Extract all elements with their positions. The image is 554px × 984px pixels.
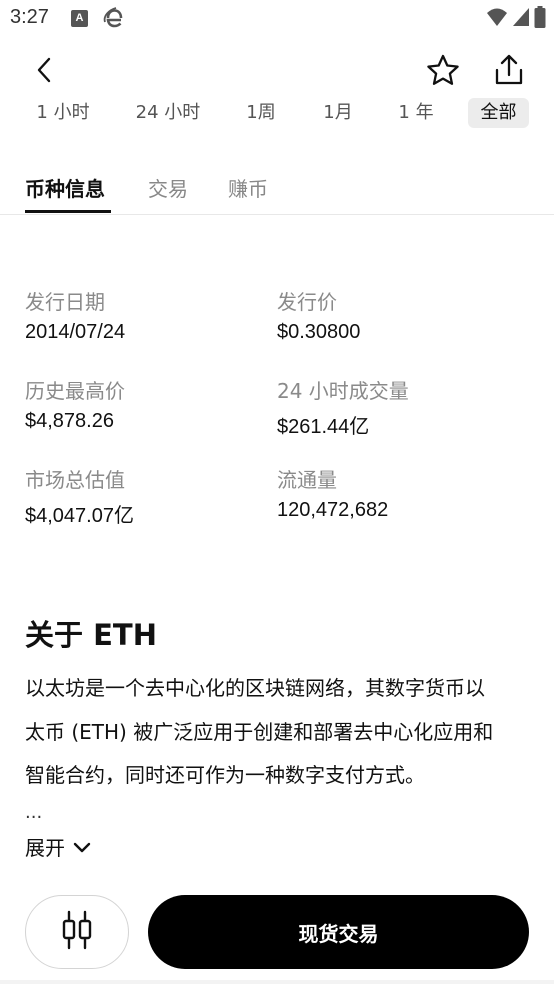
volume-value: $261.44亿	[277, 416, 370, 438]
share-icon	[494, 54, 524, 90]
expand-button[interactable]: 展开	[25, 830, 91, 862]
tab-bar: 币种信息 交易 赚币	[0, 160, 554, 215]
browser-e-icon	[103, 6, 125, 30]
market-cap-label: 市场总估值	[25, 468, 125, 492]
chevron-down-icon	[73, 834, 91, 858]
issue-date-label: 发行日期	[25, 290, 105, 314]
status-bar: 3:27 A	[0, 0, 554, 38]
status-right-icons	[486, 6, 546, 32]
about-line: 以太坊是一个去中心化的区块链网络，其数字货币以	[25, 676, 485, 700]
back-button[interactable]	[28, 55, 60, 89]
about-title: 关于 ETH	[25, 618, 157, 652]
star-icon	[426, 54, 460, 90]
truncation-ellipsis: ...	[25, 802, 43, 823]
share-button[interactable]	[490, 53, 528, 91]
issue-price-label: 发行价	[277, 290, 337, 314]
period-1h[interactable]: 1 小时	[30, 98, 96, 128]
volume-label: 24 小时成交量	[277, 379, 409, 403]
supply-value: 120,472,682	[277, 499, 389, 521]
tab-earn[interactable]: 赚币	[228, 173, 268, 213]
about-line: 智能合约，同时还可作为一种数字支付方式。	[25, 763, 425, 787]
status-time: 3:27	[10, 6, 49, 28]
ath-label: 历史最高价	[25, 379, 125, 403]
spot-trade-button[interactable]: 现货交易	[148, 895, 529, 969]
notification-a-icon: A	[71, 10, 88, 27]
favorite-button[interactable]	[424, 53, 462, 91]
tab-coin-info[interactable]: 币种信息	[25, 173, 105, 213]
active-tab-indicator	[25, 210, 111, 213]
expand-label: 展开	[25, 835, 65, 860]
period-1y[interactable]: 1 年	[390, 98, 442, 128]
issue-price-value: $0.30800	[277, 321, 361, 343]
issue-date-value: 2014/07/24	[25, 321, 126, 343]
supply-label: 流通量	[277, 468, 337, 492]
navigation-bar	[0, 980, 554, 984]
period-selector: 1 小时 24 小时 1周 1月 1 年 全部	[0, 98, 554, 130]
chart-button[interactable]	[25, 895, 129, 969]
tab-trade[interactable]: 交易	[148, 173, 188, 213]
signal-icon	[512, 7, 530, 31]
candlestick-chart-icon	[61, 910, 93, 954]
period-1m[interactable]: 1月	[315, 98, 361, 128]
period-1w[interactable]: 1周	[238, 98, 284, 128]
wifi-icon	[486, 7, 508, 31]
about-description: 以太坊是一个去中心化的区块链网络，其数字货币以 太币 (ETH) 被广泛应用于创…	[25, 667, 535, 798]
ath-value: $4,878.26	[25, 410, 114, 432]
back-arrow-icon	[36, 57, 52, 87]
period-all[interactable]: 全部	[468, 98, 529, 128]
battery-icon	[534, 6, 546, 32]
market-cap-value: $4,047.07亿	[25, 505, 134, 527]
about-line: 太币 (ETH) 被广泛应用于创建和部署去中心化应用和	[25, 719, 494, 744]
period-24h[interactable]: 24 小时	[130, 98, 206, 128]
